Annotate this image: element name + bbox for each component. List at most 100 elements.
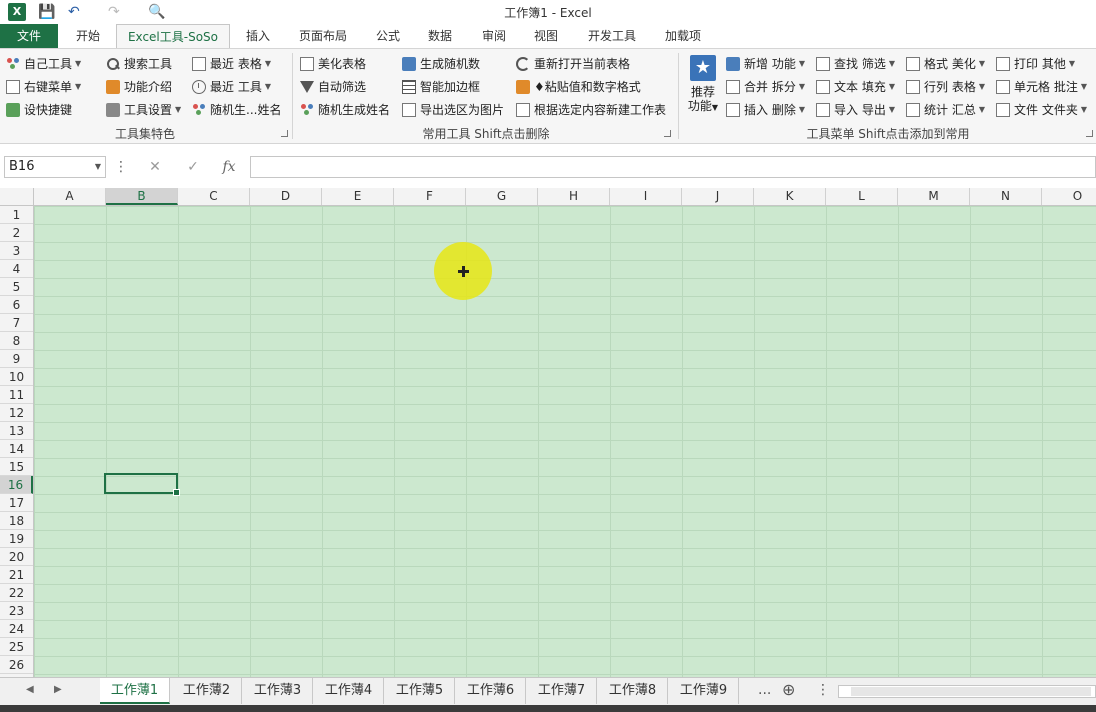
sheet-tab-3[interactable]: 工作薄3	[243, 678, 313, 704]
name-box[interactable]: B16 ▼	[4, 156, 106, 178]
auto-filter-button[interactable]: 自动筛选	[300, 77, 366, 97]
horizontal-scrollbar[interactable]	[838, 685, 1096, 698]
tab-formulas[interactable]: 公式	[366, 24, 410, 48]
tab-page-layout[interactable]: 页面布局	[290, 24, 356, 48]
row-header-22[interactable]: 22	[0, 584, 33, 602]
format-beautify-button[interactable]: 格式 美化 ▼	[906, 54, 985, 74]
print-preview-icon[interactable]: 🔍	[148, 2, 165, 22]
row-header-10[interactable]: 10	[0, 368, 33, 386]
tab-excel-tools-soso[interactable]: Excel工具-SoSo	[116, 24, 230, 49]
random-name-button[interactable]: 随机生成姓名	[300, 100, 390, 120]
sheet-tab-8[interactable]: 工作薄8	[598, 678, 668, 704]
column-header-g[interactable]: G	[466, 188, 538, 205]
row-header-2[interactable]: 2	[0, 224, 33, 242]
file-folder-button[interactable]: 文件 文件夹 ▼	[996, 100, 1087, 120]
tab-data[interactable]: 数据	[418, 24, 462, 48]
rows-columns-button[interactable]: 行列 表格 ▼	[906, 77, 985, 97]
insert-function-icon[interactable]: fx	[218, 156, 240, 178]
column-header-m[interactable]: M	[898, 188, 970, 205]
feature-intro-button[interactable]: 功能介绍	[106, 77, 172, 97]
row-header-18[interactable]: 18	[0, 512, 33, 530]
cell-comment-button[interactable]: 单元格 批注 ▼	[996, 77, 1087, 97]
column-header-e[interactable]: E	[322, 188, 394, 205]
row-header-7[interactable]: 7	[0, 314, 33, 332]
new-sheet-from-selection-button[interactable]: 根据选定内容新建工作表	[516, 100, 666, 120]
reopen-table-button[interactable]: 重新打开当前表格	[516, 54, 630, 74]
tab-view[interactable]: 视图	[524, 24, 568, 48]
more-sheets-button[interactable]: ...	[758, 682, 771, 698]
column-header-k[interactable]: K	[754, 188, 826, 205]
save-icon[interactable]: 💾	[38, 2, 55, 22]
row-header-24[interactable]: 24	[0, 620, 33, 638]
column-header-h[interactable]: H	[538, 188, 610, 205]
next-sheet-icon[interactable]: ▶	[54, 684, 62, 695]
row-header-15[interactable]: 15	[0, 458, 33, 476]
row-header-3[interactable]: 3	[0, 242, 33, 260]
row-header-19[interactable]: 19	[0, 530, 33, 548]
row-header-20[interactable]: 20	[0, 548, 33, 566]
sheet-tab-4[interactable]: 工作薄4	[314, 678, 384, 704]
paste-values-button[interactable]: ♦粘贴值和数字格式	[516, 77, 641, 97]
merge-split-button[interactable]: 合并 拆分 ▼	[726, 77, 805, 97]
row-header-5[interactable]: 5	[0, 278, 33, 296]
sheet-tab-9[interactable]: 工作薄9	[669, 678, 739, 704]
row-header-17[interactable]: 17	[0, 494, 33, 512]
column-header-o[interactable]: O	[1042, 188, 1096, 205]
dialog-launcher-icon[interactable]	[664, 130, 671, 137]
tab-developer[interactable]: 开发工具	[580, 24, 644, 48]
undo-icon[interactable]: ↶	[68, 2, 80, 22]
row-header-26[interactable]: 26	[0, 656, 33, 674]
beautify-table-button[interactable]: 美化表格	[300, 54, 366, 74]
row-header-12[interactable]: 12	[0, 404, 33, 422]
column-header-c[interactable]: C	[178, 188, 250, 205]
statistics-summary-button[interactable]: 统计 汇总 ▼	[906, 100, 985, 120]
splitter-icon[interactable]: ⋮	[816, 682, 830, 698]
column-header-b[interactable]: B	[106, 188, 178, 205]
search-tools-button[interactable]: 搜索工具	[106, 54, 172, 74]
column-header-f[interactable]: F	[394, 188, 466, 205]
column-header-i[interactable]: I	[610, 188, 682, 205]
row-header-14[interactable]: 14	[0, 440, 33, 458]
scrollbar-thumb[interactable]	[851, 687, 1091, 696]
find-filter-button[interactable]: 查找 筛选 ▼	[816, 54, 895, 74]
tool-settings-button[interactable]: 工具设置 ▼	[106, 100, 181, 120]
sheet-tab-5[interactable]: 工作薄5	[385, 678, 455, 704]
add-sheet-icon[interactable]: ⊕	[782, 680, 795, 699]
more-icon[interactable]: ⋮	[110, 156, 132, 178]
prev-sheet-icon[interactable]: ◀	[26, 684, 34, 695]
select-all-corner[interactable]	[0, 188, 34, 205]
row-header-13[interactable]: 13	[0, 422, 33, 440]
tab-file[interactable]: 文件	[0, 24, 58, 48]
tab-addins[interactable]: 加载项	[656, 24, 710, 48]
row-header-25[interactable]: 25	[0, 638, 33, 656]
insert-delete-button[interactable]: 插入 删除 ▼	[726, 100, 805, 120]
sheet-tab-1[interactable]: 工作薄1	[100, 678, 170, 704]
sheet-tab-2[interactable]: 工作薄2	[172, 678, 242, 704]
column-header-d[interactable]: D	[250, 188, 322, 205]
add-feature-button[interactable]: 新增 功能 ▼	[726, 54, 805, 74]
cell-area[interactable]	[34, 206, 1096, 677]
row-header-23[interactable]: 23	[0, 602, 33, 620]
export-image-button[interactable]: 导出选区为图片	[402, 100, 504, 120]
text-fill-button[interactable]: 文本 填充 ▼	[816, 77, 895, 97]
sheet-tab-6[interactable]: 工作薄6	[456, 678, 526, 704]
tab-home[interactable]: 开始	[64, 24, 112, 48]
column-header-n[interactable]: N	[970, 188, 1042, 205]
column-header-a[interactable]: A	[34, 188, 106, 205]
context-menu-button[interactable]: 右键菜单 ▼	[6, 77, 81, 97]
enter-icon[interactable]: ✓	[182, 156, 204, 178]
sheet-tab-7[interactable]: 工作薄7	[527, 678, 597, 704]
row-header-1[interactable]: 1	[0, 206, 33, 224]
recent-tools-button[interactable]: 最近 工具 ▼	[192, 77, 271, 97]
chevron-down-icon[interactable]: ▼	[95, 157, 101, 177]
tab-insert[interactable]: 插入	[236, 24, 280, 48]
cancel-icon[interactable]: ✕	[144, 156, 166, 178]
column-header-l[interactable]: L	[826, 188, 898, 205]
row-header-21[interactable]: 21	[0, 566, 33, 584]
row-header-8[interactable]: 8	[0, 332, 33, 350]
random-name-short-button[interactable]: 随机生...姓名	[192, 100, 281, 120]
row-header-4[interactable]: 4	[0, 260, 33, 278]
row-header-16[interactable]: 16	[0, 476, 33, 494]
dialog-launcher-icon[interactable]	[281, 130, 288, 137]
smart-border-button[interactable]: 智能加边框	[402, 77, 480, 97]
